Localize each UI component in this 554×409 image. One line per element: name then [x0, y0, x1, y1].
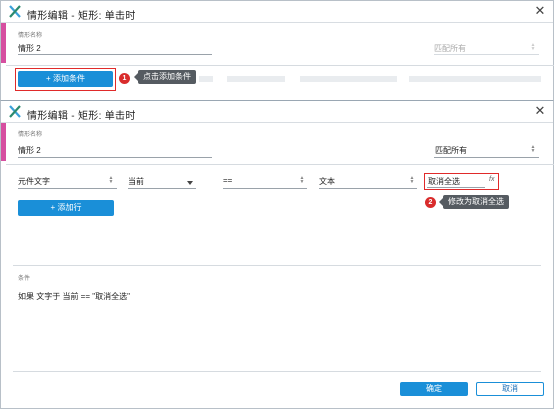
- step-badge-1: 1: [119, 73, 130, 84]
- case-name-underline: [18, 54, 212, 55]
- case-name-label: 情形名称: [18, 132, 43, 138]
- operator-select[interactable]: ==: [223, 176, 232, 185]
- match-select[interactable]: 匹配所有: [435, 145, 467, 156]
- chevron-down-icon[interactable]: [187, 181, 193, 185]
- condition-value-input[interactable]: 取消全选: [428, 176, 460, 187]
- function-icon[interactable]: fx: [489, 176, 494, 183]
- case-name-label: 情形名称: [18, 33, 43, 39]
- axure-logo-icon: [9, 105, 21, 118]
- field-underline: [319, 188, 417, 189]
- field-underline: [18, 188, 117, 189]
- add-row-button[interactable]: + 添加行: [18, 200, 114, 216]
- match-select[interactable]: 匹配所有: [434, 43, 466, 54]
- cancel-button[interactable]: 取消: [476, 382, 544, 396]
- dialog-title-bar: 情形编辑 - 矩形: 单击时 ✕: [1, 1, 553, 23]
- spinner-icon[interactable]: ▲ ▼: [108, 176, 114, 185]
- case-name-input[interactable]: 情形 2: [18, 43, 41, 54]
- case-editor-dialog: 情形编辑 - 矩形: 单击时 ✕ 情形名称 情形 2 匹配所有 ▲ ▼ 元件文字 …: [0, 100, 554, 409]
- case-name-input[interactable]: 情形 2: [18, 145, 41, 156]
- step-badge-2: 2: [425, 197, 436, 208]
- spinner-icon[interactable]: ▲ ▼: [299, 176, 305, 185]
- field-underline: [427, 187, 485, 188]
- section-divider: [6, 164, 554, 165]
- callout-tooltip-2: 修改为取消全选: [439, 195, 509, 209]
- field-underline: [128, 188, 196, 189]
- case-editor-dialog-background: 情形编辑 - 矩形: 单击时 ✕ 情形名称 情形 2 匹配所有 ▲ ▼ + 添加条…: [0, 0, 554, 101]
- ghost-field: [409, 76, 541, 82]
- dialog-title-bar: 情形编辑 - 矩形: 单击时 ✕: [1, 101, 553, 123]
- dialog-title: 情形编辑 - 矩形: 单击时: [27, 111, 136, 122]
- close-icon[interactable]: ✕: [533, 104, 547, 118]
- value-type-select[interactable]: 文本: [319, 176, 335, 187]
- ghost-field: [199, 76, 213, 82]
- add-condition-button[interactable]: + 添加条件: [18, 71, 113, 87]
- ghost-field: [227, 76, 285, 82]
- condition-summary-text: 如果 文字于 当前 == "取消全选": [18, 292, 130, 301]
- dialog-title: 情形编辑 - 矩形: 单击时: [27, 11, 136, 22]
- ghost-field: [300, 76, 397, 82]
- match-underline: [434, 54, 539, 55]
- condition-target-select[interactable]: 元件文字: [18, 176, 50, 187]
- spinner-icon[interactable]: ▲ ▼: [409, 176, 415, 185]
- condition-source-select[interactable]: 当前: [128, 176, 144, 187]
- field-underline: [223, 188, 307, 189]
- section-divider: [6, 65, 554, 66]
- conditions-label: 条件: [18, 276, 31, 282]
- spinner-icon[interactable]: ▲ ▼: [530, 145, 536, 154]
- ok-button[interactable]: 确定: [400, 382, 468, 396]
- section-divider: [13, 265, 541, 266]
- accent-bar: [1, 123, 6, 161]
- match-underline: [434, 157, 539, 158]
- close-icon[interactable]: ✕: [533, 4, 547, 18]
- axure-logo-icon: [9, 5, 21, 18]
- footer-divider: [13, 371, 541, 372]
- accent-bar: [1, 23, 6, 63]
- callout-tooltip-1: 点击添加条件: [134, 70, 196, 84]
- case-name-underline: [18, 157, 212, 158]
- spinner-icon[interactable]: ▲ ▼: [530, 43, 536, 52]
